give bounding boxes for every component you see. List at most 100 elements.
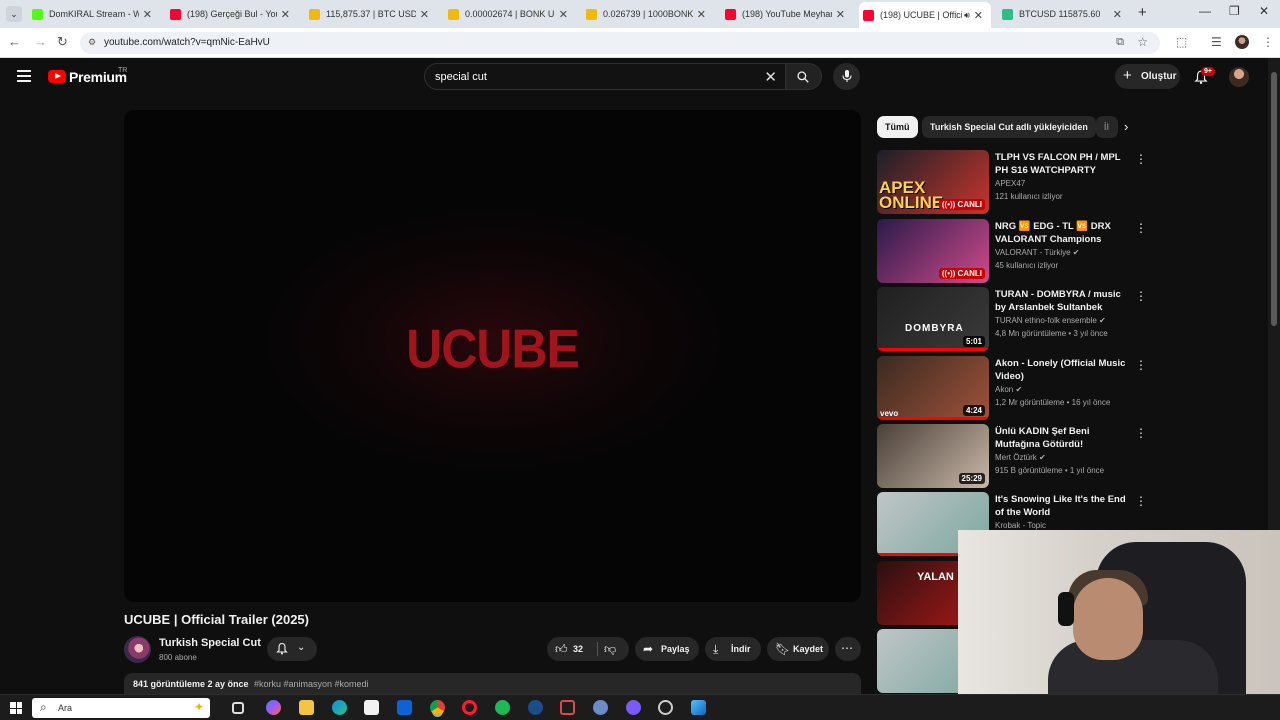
related-video-item[interactable]: ((•)) CANLI NRG 🆚 EDG - TL 🆚 DRX VALORANT… [877, 219, 1147, 283]
tab-close-icon[interactable]: ✕ [697, 8, 706, 21]
more-options-icon[interactable]: ⋮ [1135, 494, 1147, 508]
minimize-button[interactable]: — [1199, 4, 1211, 18]
create-button[interactable]: + Oluştur [1115, 64, 1180, 89]
chrome-browser-icon[interactable] [430, 700, 445, 715]
bookmark-star-icon[interactable]: ☆ [1137, 35, 1148, 49]
edge-browser-icon[interactable] [332, 700, 347, 715]
related-video-item[interactable]: APEX ONLINE ((•)) CANLI TLPH VS FALCON PH … [877, 150, 1147, 214]
chips-next-chevron-icon[interactable]: › [1124, 119, 1128, 134]
outlook-icon[interactable] [397, 700, 412, 715]
browser-tab[interactable]: 0.026739 | 1000BONKUSD ✕ [582, 3, 714, 25]
browser-tab[interactable]: (198) UCUBE | Official 🔊︎ ✕ [859, 2, 991, 28]
related-video-channel[interactable]: VALORANT - Türkiye ✔ [995, 248, 1080, 257]
related-video-title[interactable]: Akon - Lonely (Official Music Video) [995, 357, 1127, 383]
voice-search-button[interactable] [833, 63, 860, 90]
related-video-title[interactable]: Ünlü KADIN Şef Beni Mutfağına Götürdü! [995, 425, 1127, 451]
tab-audio-icon[interactable]: 🔊︎ [964, 10, 970, 21]
browser-tab[interactable]: DomKIRAL Stream - Watc ✕ [28, 3, 160, 25]
share-button[interactable]: ➦ Paylaş [635, 637, 699, 661]
like-count[interactable]: 32 [573, 644, 583, 654]
clear-search-icon[interactable]: ✕ [764, 68, 777, 86]
description-box[interactable]: 841 görüntüleme 2 ay önce #korku #animas… [124, 673, 861, 694]
youtube-logo-icon[interactable] [48, 70, 66, 83]
menu-icon[interactable] [17, 70, 31, 82]
install-app-icon[interactable]: ⧉ [1116, 36, 1124, 49]
save-button[interactable]: 🔖︎ Kaydet [767, 637, 829, 661]
tab-close-icon[interactable]: ✕ [143, 8, 152, 21]
video-thumbnail[interactable]: 25:29 [877, 424, 989, 488]
windows-start-icon[interactable] [10, 702, 22, 714]
search-button[interactable] [786, 63, 822, 90]
tab-close-icon[interactable]: ✕ [559, 8, 568, 21]
microsoft-store-icon[interactable] [364, 700, 379, 715]
maximize-button[interactable]: ❐ [1229, 4, 1240, 18]
site-info-icon[interactable]: ⚙ [88, 37, 96, 48]
related-video-channel[interactable]: APEX47 [995, 179, 1025, 188]
related-video-title[interactable]: NRG 🆚 EDG - TL 🆚 DRX VALORANT Champions … [995, 220, 1127, 246]
close-window-button[interactable]: ✕ [1259, 4, 1269, 18]
browser-menu-icon[interactable]: ⋮ [1262, 35, 1274, 49]
browser-tab[interactable]: (198) YouTube Meyhanes ✕ [721, 3, 853, 25]
hashtags[interactable]: #korku #animasyon #komedi [254, 679, 369, 689]
tab-close-icon[interactable]: ✕ [1113, 8, 1122, 21]
tab-close-icon[interactable]: ✕ [974, 9, 983, 22]
tab-close-icon[interactable]: ✕ [281, 8, 290, 21]
app-icon-speedometer[interactable] [658, 700, 673, 715]
related-video-channel[interactable]: Akon ✔ [995, 385, 1022, 394]
browser-tab[interactable]: BTCUSD 115875.60 ✕ [998, 3, 1130, 25]
tab-search-icon[interactable]: ⌄ [6, 6, 22, 22]
filter-chip[interactable]: Tümü [877, 116, 918, 138]
new-tab-button[interactable]: + [1138, 4, 1147, 21]
more-options-icon[interactable]: ⋮ [1135, 426, 1147, 440]
download-button[interactable]: ⤓ İndir [705, 637, 761, 661]
related-video-title[interactable]: TURAN - DOMBYRA / music by Arslanbek Sul… [995, 288, 1127, 314]
app-icon-red-triangle[interactable] [560, 700, 575, 715]
video-player[interactable]: UCUBE [124, 110, 861, 602]
dislike-icon[interactable]: 👎︎ [604, 642, 616, 657]
video-thumbnail[interactable]: vevo 4:24 [877, 356, 989, 420]
related-video-title[interactable]: It's Snowing Like It's the End of the Wo… [995, 493, 1127, 519]
task-view-icon[interactable] [232, 702, 244, 714]
reload-button[interactable]: ↻ [57, 34, 68, 50]
video-thumbnail[interactable]: ((•)) CANLI [877, 219, 989, 283]
app-icon-gear[interactable] [593, 700, 608, 715]
back-button[interactable]: ← [8, 34, 21, 49]
related-video-channel[interactable]: Krobak - Topic [995, 521, 1046, 530]
related-video-item[interactable]: vevo 4:24 Akon - Lonely (Official Music Vi… [877, 356, 1147, 420]
opera-browser-icon[interactable] [462, 700, 477, 715]
tab-close-icon[interactable]: ✕ [836, 8, 845, 21]
subscription-notifications-button[interactable]: ⌄ [267, 637, 317, 661]
app-icon-discord[interactable] [626, 700, 641, 715]
forward-button[interactable]: → [34, 34, 47, 49]
more-actions-button[interactable]: ⋯ [835, 637, 861, 661]
taskbar-search-input[interactable]: ⌕ Ara ✦ [32, 698, 210, 718]
steam-icon[interactable] [528, 700, 543, 715]
filter-chip[interactable]: İl [1096, 116, 1118, 138]
related-video-channel[interactable]: TURAN ethno-folk ensemble ✔ [995, 316, 1106, 325]
more-options-icon[interactable]: ⋮ [1135, 152, 1147, 166]
file-explorer-icon[interactable] [299, 700, 314, 715]
related-video-item[interactable]: DOMBYRA 5:01 TURAN - DOMBYRA / music by Ar… [877, 287, 1147, 351]
video-thumbnail[interactable]: APEX ONLINE ((•)) CANLI [877, 150, 989, 214]
account-avatar[interactable] [1229, 67, 1249, 87]
related-video-title[interactable]: TLPH VS FALCON PH / MPL PH S16 WATCHPART… [995, 151, 1127, 177]
browser-tab[interactable]: (198) Gerçeği Bul - YouTu ✕ [166, 3, 298, 25]
more-options-icon[interactable]: ⋮ [1135, 358, 1147, 372]
more-options-icon[interactable]: ⋮ [1135, 289, 1147, 303]
related-video-item[interactable]: 25:29 Ünlü KADIN Şef Beni Mutfağına Götür… [877, 424, 1147, 488]
channel-avatar[interactable] [124, 636, 151, 663]
browser-tab[interactable]: 0.00002674 | BONK USDT ✕ [444, 3, 576, 25]
spotify-icon[interactable] [495, 700, 510, 715]
reading-list-icon[interactable]: ☰ [1211, 35, 1222, 49]
channel-name[interactable]: Turkish Special Cut [159, 637, 261, 649]
page-scrollbar-thumb[interactable] [1271, 72, 1277, 326]
more-options-icon[interactable]: ⋮ [1135, 221, 1147, 235]
related-video-channel[interactable]: Mert Öztürk ✔ [995, 453, 1046, 462]
profile-avatar[interactable] [1235, 35, 1249, 49]
browser-tab[interactable]: 115,875.37 | BTC USDT | B ✕ [305, 3, 437, 25]
extensions-icon[interactable]: ⬚ [1176, 35, 1187, 49]
search-input[interactable]: special cut ✕ [424, 63, 786, 90]
address-bar[interactable]: ⚙ youtube.com/watch?v=qmNic-EaHvU ⧉ ☆ [80, 32, 1160, 54]
like-icon[interactable]: 👍︎ [555, 642, 568, 657]
app-icon-image-viewer[interactable] [691, 700, 706, 715]
